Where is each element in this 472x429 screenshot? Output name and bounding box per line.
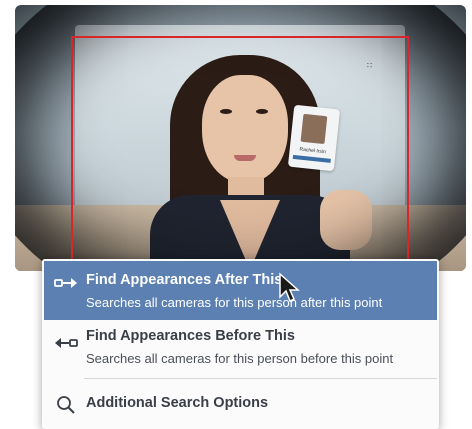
menu-item-title: Find Appearances After This [86,272,283,288]
context-menu: Find Appearances After This Searches all… [42,259,439,429]
arrow-right-icon [54,278,77,288]
person-detection-box[interactable] [71,36,409,271]
menu-item-additional-search[interactable]: Additional Search Options [44,386,437,424]
menu-item-title: Find Appearances Before This [86,328,295,344]
menu-divider [84,378,437,379]
mouse-pointer-icon [279,272,300,303]
menu-item-subtitle: Searches all cameras for this person aft… [86,295,383,310]
menu-item-title: Additional Search Options [86,395,269,411]
menu-item-find-before[interactable]: Find Appearances Before This Searches al… [44,322,437,377]
search-icon [57,396,75,414]
arrow-left-icon [55,338,78,348]
menu-item-subtitle: Searches all cameras for this person bef… [86,351,394,366]
menu-item-find-after[interactable]: Find Appearances After This Searches all… [44,261,437,320]
